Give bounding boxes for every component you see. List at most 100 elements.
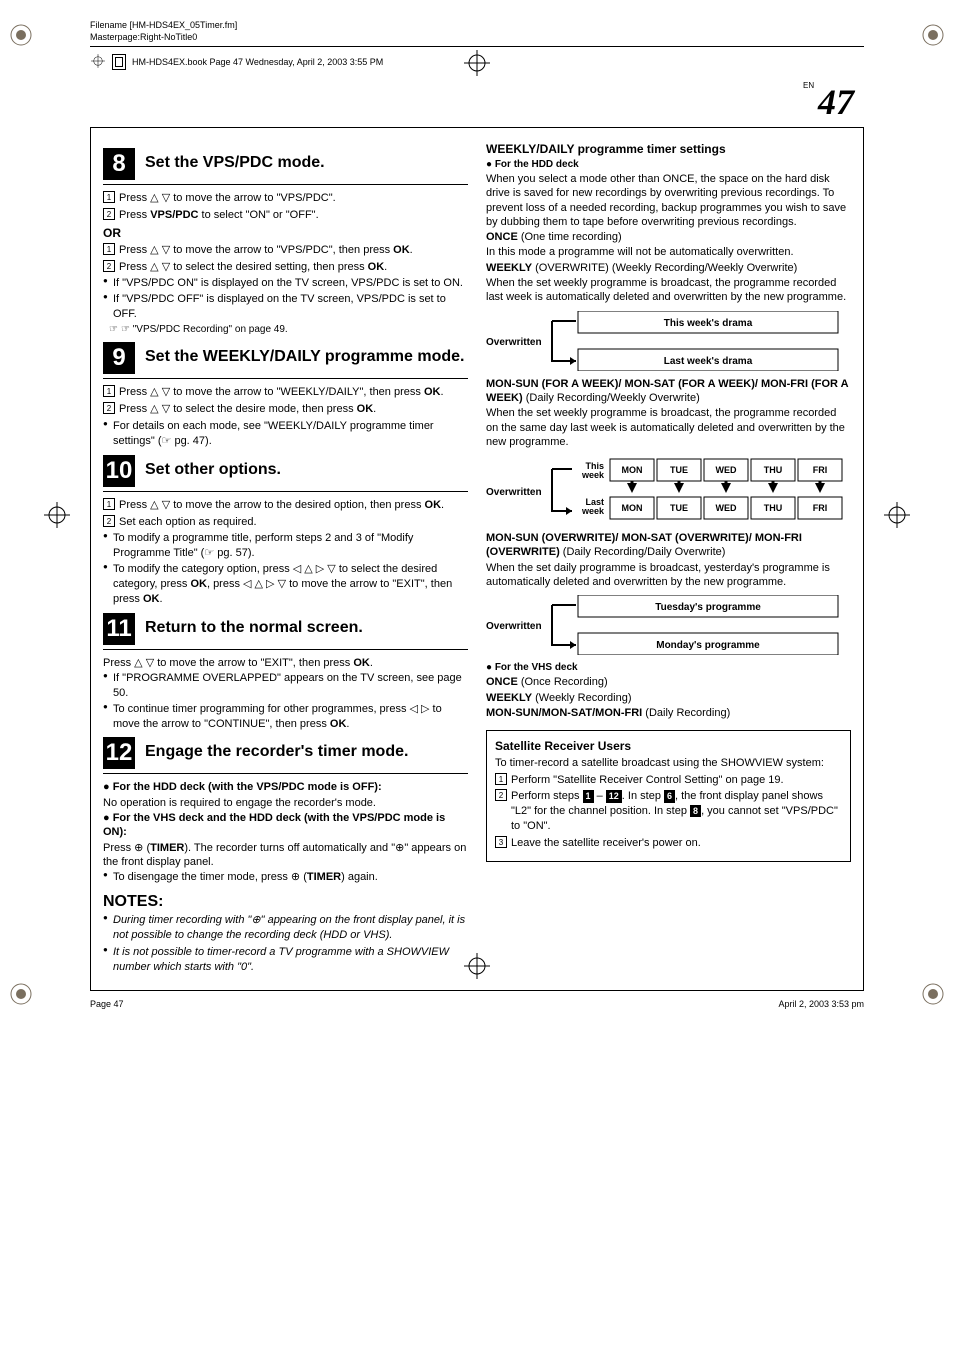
- s10-sub1-text: Press △ ▽ to move the arrow to the desir…: [119, 498, 444, 513]
- step-9-header: 9 Set the WEEKLY/DAILY programme mode.: [103, 342, 468, 374]
- s11-p1: Press △ ▽ to move the arrow to "EXIT", t…: [103, 656, 468, 670]
- s12-h2: ● For the VHS deck and the HDD deck (wit…: [103, 811, 468, 840]
- boxnum-2: 2: [103, 208, 115, 220]
- reg-top-right: [918, 20, 948, 50]
- s8-sub2: 2 Press VPS/PDC to select "ON" or "OFF".: [103, 208, 468, 223]
- filename-line: Filename [HM-HDS4EX_05Timer.fm]: [90, 20, 864, 30]
- s8-sub1-text: Press △ ▽ to move the arrow to "VPS/PDC"…: [119, 191, 336, 206]
- step-8-badge: 8: [103, 148, 135, 180]
- step-9-badge: 9: [103, 342, 135, 374]
- diag1-bottom: Last week's drama: [664, 356, 753, 367]
- diag3-bottom: Monday's programme: [656, 640, 760, 651]
- s12-bul1: To disengage the timer mode, press ⊕ (TI…: [103, 870, 468, 885]
- sat-heading: Satellite Receiver Users: [495, 739, 842, 753]
- s10-sub1: 1Press △ ▽ to move the arrow to the desi…: [103, 498, 468, 513]
- rcol-once: ONCE (One time recording): [486, 230, 851, 244]
- s8-sub2b: 2Press △ ▽ to select the desired setting…: [103, 260, 468, 275]
- s8-sub2b-text: Press △ ▽ to select the desired setting,…: [119, 260, 387, 275]
- s9-sub2-text: Press △ ▽ to select the desire mode, the…: [119, 402, 376, 417]
- step-12-rule: [103, 773, 468, 774]
- sat-s2: 2Perform steps 1 – 12. In step 6, the fr…: [495, 789, 842, 834]
- diag3-top: Tuesday's programme: [655, 602, 761, 613]
- sat-s1: 1Perform "Satellite Receiver Control Set…: [495, 773, 842, 788]
- rcol-vhs3: MON-SUN/MON-SAT/MON-FRI (Daily Recording…: [486, 706, 851, 720]
- step-12-title: Engage the recorder's timer mode.: [145, 737, 408, 761]
- s11-bul2: To continue timer programming for other …: [103, 702, 468, 732]
- step-8-rule: [103, 184, 468, 185]
- notes-heading: NOTES:: [103, 893, 468, 911]
- diag2-thisweek-2: week: [581, 470, 605, 480]
- step-8-title: Set the VPS/PDC mode.: [145, 148, 325, 172]
- s10-sub2: 2Set each option as required.: [103, 515, 468, 530]
- step-12-header: 12 Engage the recorder's timer mode.: [103, 737, 468, 769]
- page-num: 47: [818, 82, 854, 122]
- step-11-header: 11 Return to the normal screen.: [103, 613, 468, 645]
- rcol-vhs1: ONCE (Once Recording): [486, 675, 851, 689]
- s9-sub1-text: Press △ ▽ to move the arrow to "WEEKLY/D…: [119, 385, 444, 400]
- rcol-weekly-p: When the set weekly programme is broadca…: [486, 276, 851, 305]
- step-8-header: 8 Set the VPS/PDC mode.: [103, 148, 468, 180]
- s8-ref: ☞ "VPS/PDC Recording" on page 49.: [103, 323, 468, 337]
- reg-right-center: [882, 500, 912, 530]
- svg-text:MON: MON: [622, 503, 643, 513]
- footer-left: Page 47: [90, 999, 124, 1009]
- s12-p2: Press ⊕ (TIMER). The recorder turns off …: [103, 841, 468, 870]
- reg-bot-right: [918, 979, 948, 1009]
- svg-text:TUE: TUE: [670, 465, 688, 475]
- rcol-vhs2: WEEKLY (Weekly Recording): [486, 691, 851, 705]
- step-11-badge: 11: [103, 613, 135, 645]
- step-9-rule: [103, 378, 468, 379]
- reg-top-left: [6, 20, 36, 50]
- s11-bul1: If "PROGRAMME OVERLAPPED" appears on the…: [103, 671, 468, 701]
- step-10-rule: [103, 491, 468, 492]
- note-1: During timer recording with "⊕" appearin…: [103, 913, 468, 943]
- sat-s2-text: Perform steps 1 – 12. In step 6, the fro…: [511, 789, 842, 834]
- rcol-msmf: MON-SUN (FOR A WEEK)/ MON-SAT (FOR A WEE…: [486, 377, 851, 406]
- step-10-badge: 10: [103, 455, 135, 487]
- s8-sub2-text: Press VPS/PDC to select "ON" or "OFF".: [119, 208, 319, 223]
- rcol-p1: When you select a mode other than ONCE, …: [486, 172, 851, 229]
- book-icon: [112, 54, 126, 70]
- step-10-header: 10 Set other options.: [103, 455, 468, 487]
- svg-text:THU: THU: [764, 503, 783, 513]
- book-line: HM-HDS4EX.book Page 47 Wednesday, April …: [90, 53, 864, 71]
- rcol-weekly: WEEKLY (OVERWRITE) (Weekly Recording/Wee…: [486, 261, 851, 275]
- content-frame: 8 Set the VPS/PDC mode. 1Press △ ▽ to mo…: [90, 127, 864, 991]
- page-en: EN: [803, 81, 814, 90]
- rcol-sub1: ● For the HDD deck: [486, 158, 851, 171]
- rcol-once-p: In this mode a programme will not be aut…: [486, 245, 851, 259]
- s10-bul1: To modify a programme title, perform ste…: [103, 531, 468, 561]
- svg-text:WED: WED: [716, 465, 737, 475]
- s8-bul1: If "VPS/PDC ON" is displayed on the TV s…: [103, 276, 468, 291]
- s9-bul1: For details on each mode, see "WEEKLY/DA…: [103, 419, 468, 449]
- masterpage-line: Masterpage:Right-NoTitle0: [90, 32, 197, 42]
- diag1-overwritten: Overwritten: [486, 337, 542, 348]
- svg-text:FRI: FRI: [813, 465, 828, 475]
- step-12-badge: 12: [103, 737, 135, 769]
- rcol-ow-p: When the set daily programme is broadcas…: [486, 561, 851, 590]
- rcol-sub2: ● For the VHS deck: [486, 661, 851, 674]
- reg-left-center: [42, 500, 72, 530]
- header-rule: [90, 46, 864, 47]
- rcol-heading: WEEKLY/DAILY programme timer settings: [486, 142, 851, 156]
- s10-bul2: To modify the category option, press ◁ △…: [103, 562, 468, 607]
- svg-text:THU: THU: [764, 465, 783, 475]
- diagram-weekly: Overwritten This week's drama Last week'…: [486, 311, 851, 371]
- diag1-top: This week's drama: [664, 318, 753, 329]
- reg-bot-left: [6, 979, 36, 1009]
- s8-bul2: If "VPS/PDC OFF" is displayed on the TV …: [103, 292, 468, 322]
- diag3-overwritten: Overwritten: [486, 621, 542, 632]
- diag2-overwritten: Overwritten: [486, 487, 542, 498]
- s12-p1: No operation is required to engage the r…: [103, 796, 468, 810]
- satellite-box: Satellite Receiver Users To timer-record…: [486, 730, 851, 862]
- step-10-title: Set other options.: [145, 455, 281, 479]
- svg-text:FRI: FRI: [813, 503, 828, 513]
- sat-s3: 3Leave the satellite receiver's power on…: [495, 836, 842, 851]
- step-11-title: Return to the normal screen.: [145, 613, 363, 637]
- sat-intro: To timer-record a satellite broadcast us…: [495, 756, 842, 770]
- svg-text:MON: MON: [622, 465, 643, 475]
- rcol-msmf-p: When the set weekly programme is broadca…: [486, 406, 851, 449]
- page-number: EN 47: [40, 81, 854, 123]
- svg-text:WED: WED: [716, 503, 737, 513]
- right-column: WEEKLY/DAILY programme timer settings ● …: [486, 142, 851, 976]
